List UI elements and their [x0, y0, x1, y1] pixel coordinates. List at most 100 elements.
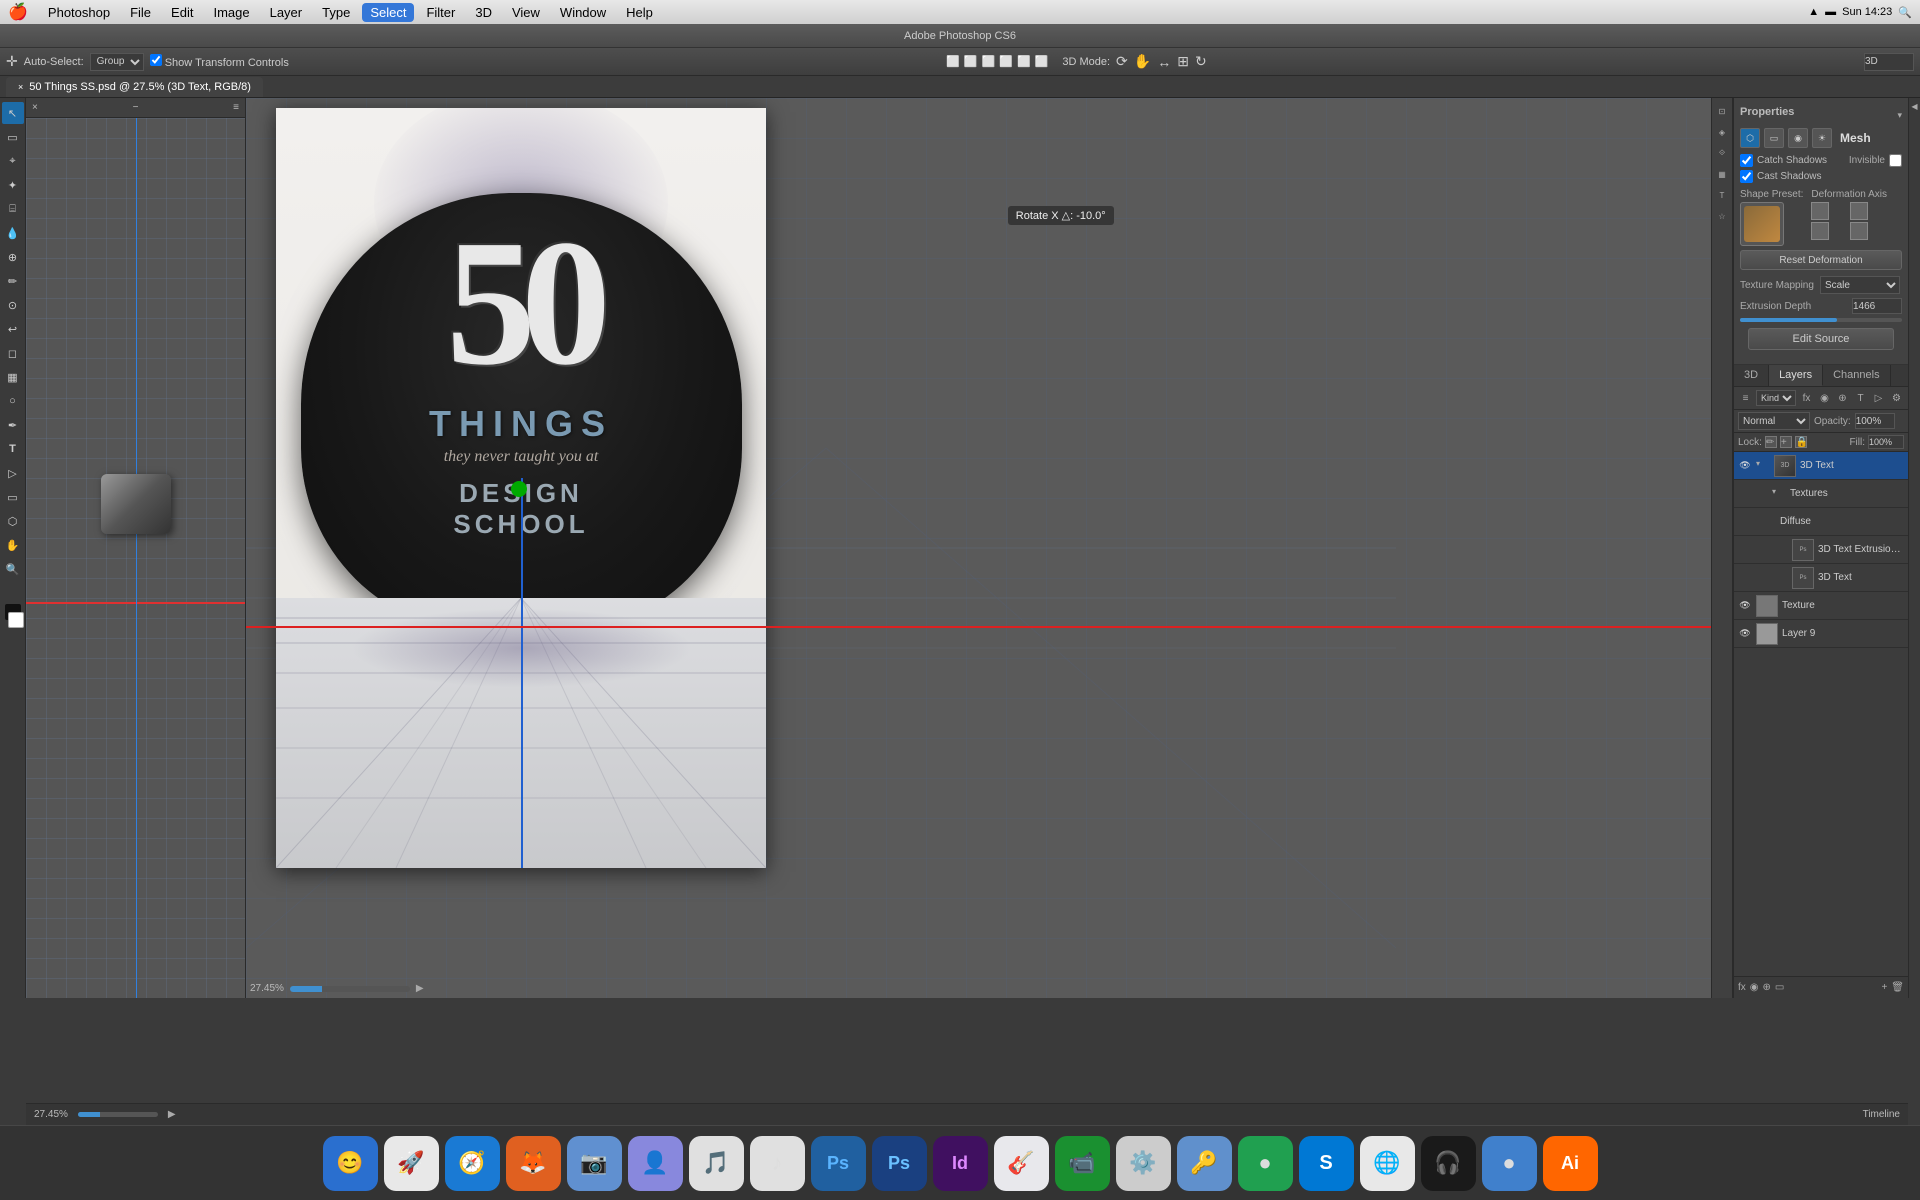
dock-itunes[interactable]: 🎵: [689, 1136, 744, 1191]
3d-strip-icon-1[interactable]: ⊡: [1713, 102, 1731, 120]
thumbnail-close[interactable]: ×: [32, 102, 38, 113]
3d-strip-icon-5[interactable]: T: [1713, 186, 1731, 204]
3d-scale-icon[interactable]: ⊞: [1177, 53, 1189, 70]
layer-color-icon[interactable]: T: [1853, 389, 1868, 407]
3d-strip-icon-3[interactable]: ⟐: [1713, 144, 1731, 162]
dock-launchpad[interactable]: 🚀: [384, 1136, 439, 1191]
layer-expand-3dtext[interactable]: ▾: [1756, 459, 1770, 473]
layer-eye-textures[interactable]: [1754, 487, 1768, 501]
layer-eye-3dtext-inner[interactable]: [1774, 571, 1788, 585]
layer-expand-textures[interactable]: ▾: [1772, 487, 1786, 501]
reset-deformation-button[interactable]: Reset Deformation: [1740, 250, 1902, 270]
show-transform-checkbox[interactable]: [150, 54, 162, 66]
wand-tool[interactable]: ✦: [2, 174, 24, 196]
dock-keychain[interactable]: 🔑: [1177, 1136, 1232, 1191]
thumbnail-minimize[interactable]: −: [133, 102, 139, 113]
3d-strip-icon-2[interactable]: ◈: [1713, 123, 1731, 141]
clone-tool[interactable]: ⊙: [2, 294, 24, 316]
edit-source-button[interactable]: Edit Source: [1748, 328, 1894, 350]
menu-help[interactable]: Help: [618, 3, 661, 22]
layer-eye-layer9[interactable]: 👁: [1738, 627, 1752, 641]
brush-tool[interactable]: ✏: [2, 270, 24, 292]
3d-strip-icon-4[interactable]: ▦: [1713, 165, 1731, 183]
document-tab[interactable]: × 50 Things SS.psd @ 27.5% (3D Text, RGB…: [6, 77, 263, 97]
menu-edit[interactable]: Edit: [163, 3, 201, 22]
dock-chrome[interactable]: 🌐: [1360, 1136, 1415, 1191]
menu-view[interactable]: View: [504, 3, 548, 22]
opacity-input[interactable]: [1855, 413, 1895, 429]
marquee-tool[interactable]: ▭: [2, 126, 24, 148]
fill-input[interactable]: [1868, 435, 1904, 449]
menu-image[interactable]: Image: [205, 3, 257, 22]
search-icon[interactable]: 🔍: [1898, 6, 1912, 19]
prop-icon-light[interactable]: ☀: [1812, 128, 1832, 148]
layer-item-texture[interactable]: 👁 Texture: [1734, 592, 1908, 620]
layer-kind-filter[interactable]: ≡: [1738, 389, 1753, 407]
lock-pos-btn[interactable]: +: [1780, 436, 1792, 448]
layer-fx-btn[interactable]: fx: [1738, 982, 1746, 993]
layer-item-extrusion[interactable]: Ps 3D Text Extrusion Ma...: [1734, 536, 1908, 564]
pen-tool[interactable]: ✒: [2, 414, 24, 436]
layer-eye-diffuse[interactable]: [1762, 515, 1776, 529]
3d-strip-icon-6[interactable]: ☆: [1713, 207, 1731, 225]
layer-fx-icon[interactable]: fx: [1799, 389, 1814, 407]
3d-slide-icon[interactable]: ↔: [1157, 54, 1171, 70]
dock-contacts[interactable]: 👤: [628, 1136, 683, 1191]
type-tool[interactable]: T: [2, 438, 24, 460]
layer-item-3dtext-inner[interactable]: Ps 3D Text: [1734, 564, 1908, 592]
layer-adjust-icon[interactable]: ⊕: [1835, 389, 1850, 407]
history-tool[interactable]: ↩: [2, 318, 24, 340]
dock-firefox[interactable]: 🦊: [506, 1136, 561, 1191]
align-right-icon[interactable]: ⬜: [1035, 55, 1049, 68]
dock-sys-prefs[interactable]: ⚙️: [1116, 1136, 1171, 1191]
prop-icon-material[interactable]: ◉: [1788, 128, 1808, 148]
move-tool[interactable]: ↖: [2, 102, 24, 124]
layer-adj-btn[interactable]: ⊕: [1763, 982, 1771, 993]
dock-finder[interactable]: 😊: [323, 1136, 378, 1191]
menu-filter[interactable]: Filter: [418, 3, 463, 22]
deform-cell-2[interactable]: [1850, 202, 1868, 220]
layer-new-btn[interactable]: +: [1881, 982, 1887, 993]
menu-file[interactable]: File: [122, 3, 159, 22]
move-tool-icon[interactable]: ✛: [6, 53, 18, 70]
zoom-slider[interactable]: [290, 986, 410, 992]
path-tool[interactable]: ▷: [2, 462, 24, 484]
panel-collapse-btn[interactable]: ◀: [1910, 102, 1919, 111]
align-hcenter-icon[interactable]: ⬜: [1017, 55, 1031, 68]
thumbnail-options[interactable]: ≡: [233, 102, 239, 113]
tab-3d[interactable]: 3D: [1734, 365, 1769, 386]
auto-select-dropdown[interactable]: Group: [90, 53, 144, 71]
layer-eye-texture[interactable]: 👁: [1738, 599, 1752, 613]
dock-indesign[interactable]: Id: [933, 1136, 988, 1191]
deform-cell-3[interactable]: [1811, 222, 1829, 240]
hand-tool[interactable]: ✋: [2, 534, 24, 556]
prop-icon-mesh[interactable]: ▭: [1764, 128, 1784, 148]
cast-shadows-checkbox[interactable]: [1740, 170, 1753, 183]
statusbar-progress[interactable]: [78, 1112, 158, 1117]
layer-item-textures[interactable]: ▾ Textures: [1734, 480, 1908, 508]
align-bottom-icon[interactable]: ⬜: [982, 55, 996, 68]
layer-mask-btn[interactable]: ◉: [1750, 982, 1759, 993]
layer-item-layer9[interactable]: 👁 Layer 9: [1734, 620, 1908, 648]
tab-close-icon[interactable]: ×: [18, 82, 23, 92]
3d-pan-icon[interactable]: ✋: [1134, 53, 1151, 70]
lock-pixel-btn[interactable]: ✏: [1765, 436, 1777, 448]
bg-color[interactable]: [8, 612, 24, 628]
3d-rotate-icon[interactable]: ↻: [1195, 53, 1207, 70]
dock-photos[interactable]: 📷: [567, 1136, 622, 1191]
dock-itunes2[interactable]: ♪: [750, 1136, 805, 1191]
tab-layers[interactable]: Layers: [1769, 365, 1823, 386]
align-top-icon[interactable]: ⬜: [946, 55, 960, 68]
dodge-tool[interactable]: ○: [2, 390, 24, 412]
texture-mapping-select[interactable]: Scale: [1820, 276, 1900, 294]
3d-orbit-icon[interactable]: ⟳: [1116, 53, 1128, 70]
3d-tool[interactable]: ⬡: [2, 510, 24, 532]
prop-icon-scene[interactable]: ⬡: [1740, 128, 1760, 148]
eraser-tool[interactable]: ◻: [2, 342, 24, 364]
menu-type[interactable]: Type: [314, 3, 358, 22]
shape-preset-box[interactable]: [1740, 202, 1784, 246]
dock-app-green[interactable]: ●: [1238, 1136, 1293, 1191]
properties-collapse[interactable]: ▾: [1897, 110, 1902, 121]
menu-3d[interactable]: 3D: [467, 3, 500, 22]
layer-group-btn[interactable]: ▭: [1775, 982, 1784, 993]
